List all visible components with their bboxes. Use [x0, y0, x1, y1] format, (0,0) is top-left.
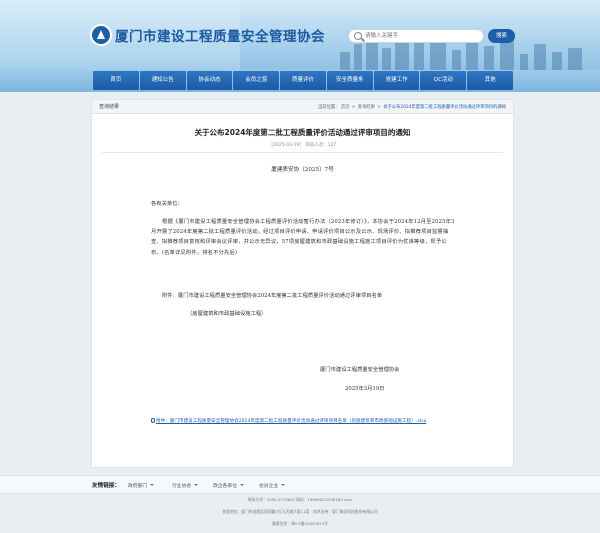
document-number: 厦建质安协〔2025〕7号 — [271, 167, 334, 173]
nav-item-other[interactable]: 其他 — [467, 71, 514, 90]
footer-address: 协会地址：厦门市湖里区园顶路3号九天湖大厦11层 技术支持：厦门海迈科技股份有限… — [222, 509, 378, 514]
chevron-down-icon — [194, 483, 199, 486]
breadcrumb-home[interactable]: 首页 — [341, 105, 350, 110]
breadcrumb-prefix: 当前位置： — [317, 104, 340, 110]
search-box[interactable] — [348, 29, 484, 43]
links-dropdown-members[interactable]: 会员企业 — [259, 482, 286, 489]
signature-date: 2025年3月19日 — [345, 386, 385, 392]
attachment-subtitle: （房屋建筑和市政基础设施工程） — [187, 311, 267, 317]
signature-org: 厦门市建设工程质量安全管理协会 — [320, 367, 400, 373]
search-input[interactable] — [365, 30, 479, 42]
breadcrumb-separator: > — [377, 104, 381, 110]
attachment-file-link[interactable]: 附件：厦门市建设工程质量安全管理协会2024年度第二批工程质量评价活动通过评审项… — [151, 418, 459, 425]
main-nav: 首页 通知公告 协会动态 会员之窗 质量评价 安全质量条 党建工作 QC活动 其… — [93, 71, 514, 90]
content-panel: 查询结果 当前位置： 首页 > 查询结果 > 关于公布2024年度第二批工程质量… — [91, 99, 514, 468]
breadcrumb-results[interactable]: 查询结果 — [358, 105, 375, 110]
nav-item-news[interactable]: 协会动态 — [186, 71, 233, 90]
search-icon — [354, 32, 362, 40]
nav-item-members[interactable]: 会员之窗 — [233, 71, 280, 90]
nav-item-home[interactable]: 首页 — [93, 71, 139, 90]
links-dropdown-companies[interactable]: 政企各单位 — [213, 482, 244, 489]
nav-item-notices[interactable]: 通知公告 — [139, 71, 186, 90]
article-meta: ［2025-03-19］ 浏览人次：127 — [268, 143, 337, 148]
nav-item-quality[interactable]: 质量评价 — [280, 71, 326, 90]
links-dropdown-gov[interactable]: 政府部门 — [128, 482, 155, 489]
links-dropdown-associations[interactable]: 行业协会 — [172, 482, 199, 489]
chevron-down-icon — [240, 483, 244, 486]
chevron-down-icon — [281, 483, 286, 486]
friendly-links-label: 友情链接： — [92, 483, 120, 489]
search-button[interactable]: 搜索 — [488, 29, 515, 43]
links-dropdown-label: 行业协会 — [172, 483, 192, 489]
breadcrumb: 当前位置： 首页 > 查询结果 > 关于公布2024年度第二批工程质量评价活动通… — [318, 104, 506, 110]
nav-item-safety[interactable]: 安全质量条 — [326, 71, 373, 90]
footer-icp[interactable]: 备案信息：闽ICP备10007613号 — [0, 521, 600, 527]
footer: 联系方式：0592-2275602 网站：1869602325@163.com … — [0, 494, 600, 533]
paperclip-icon — [151, 418, 155, 423]
links-dropdown-label: 会员企业 — [259, 483, 279, 489]
breadcrumb-separator: > — [351, 104, 356, 110]
addressee: 各有关单位： — [151, 201, 183, 207]
footer-contact: 联系方式：0592-2275602 网站：1869602325@163.com — [247, 497, 353, 502]
breadcrumb-bar: 查询结果 当前位置： 首页 > 查询结果 > 关于公布2024年度第二批工程质量… — [92, 100, 513, 114]
attachment-note: 附件：厦门市建设工程质量安全管理协会2024年度第二批工程质量评价活动通过评审项… — [162, 293, 383, 299]
links-dropdown-label: 政府部门 — [128, 483, 148, 489]
nav-item-qc[interactable]: QC活动 — [420, 71, 467, 90]
article-title: 关于公布2024年度第二批工程质量评价活动通过评审项目的通知 — [194, 128, 411, 137]
association-logo[interactable] — [90, 24, 112, 46]
breadcrumb-current: 关于公布2024年度第二批工程质量评价活动通过评审项目的通知 — [383, 104, 506, 110]
friendly-links-bar: 友情链接： 政府部门 行业协会 政企各单位 会员企业 — [0, 475, 600, 494]
nav-item-party[interactable]: 党建工作 — [373, 71, 420, 90]
divider — [102, 152, 503, 153]
chevron-down-icon — [150, 483, 155, 486]
site-title[interactable]: 厦门市建设工程质量安全管理协会 — [115, 25, 325, 45]
attachment-file-name[interactable]: 附件：厦门市建设工程质量安全管理协会2024年度第二批工程质量评价活动通过评审项… — [156, 419, 426, 424]
article-paragraph: 根据《厦门市建设工程质量安全管理协会工程质量评价活动暂行办法（2023年修订）》… — [151, 219, 455, 256]
section-label: 查询结果 — [99, 104, 120, 110]
links-dropdown-label: 政企各单位 — [213, 483, 237, 489]
